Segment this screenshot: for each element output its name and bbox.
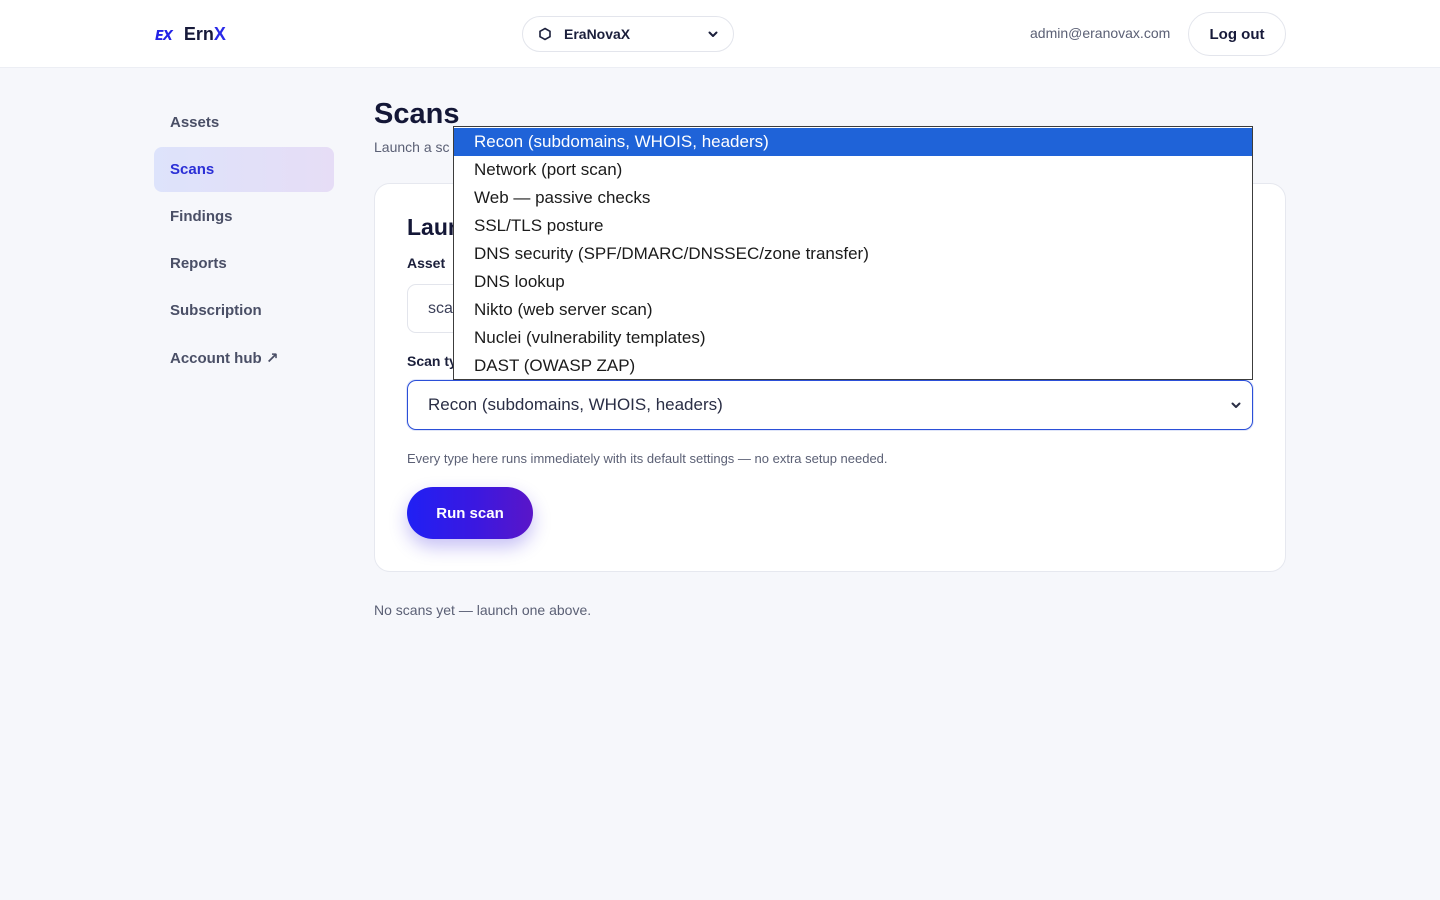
page-subtitle: Launch a sc	[374, 139, 450, 155]
scan-type-option-web-passive[interactable]: Web — passive checks	[454, 184, 1252, 212]
organization-name: EraNovaX	[564, 26, 631, 42]
asset-label: Asset	[407, 255, 446, 271]
scan-type-selected-value: Recon (subdomains, WHOIS, headers)	[428, 395, 723, 414]
scan-type-help-text: Every type here runs immediately with it…	[407, 451, 888, 466]
brand-name: ErnX	[184, 24, 226, 45]
hexagon-icon	[539, 27, 551, 41]
scan-type-select[interactable]: Recon (subdomains, WHOIS, headers)	[407, 380, 1253, 430]
scan-type-option-network[interactable]: Network (port scan)	[454, 156, 1252, 184]
brand-logo[interactable]: EX ErnX	[155, 22, 226, 46]
scan-type-option-recon[interactable]: Recon (subdomains, WHOIS, headers)	[454, 128, 1252, 156]
sidebar-item-subscription[interactable]: Subscription	[154, 288, 334, 333]
asset-value: sca	[428, 299, 453, 317]
sidebar-item-reports[interactable]: Reports	[154, 241, 334, 286]
logout-button[interactable]: Log out	[1188, 12, 1286, 56]
organization-selector[interactable]: EraNovaX	[522, 16, 734, 52]
scan-type-label: Scan ty	[407, 353, 457, 369]
scan-type-option-nikto[interactable]: Nikto (web server scan)	[454, 296, 1252, 324]
brand-name-suffix: X	[213, 23, 226, 44]
chevron-down-icon	[708, 31, 718, 37]
sidebar-item-assets[interactable]: Assets	[154, 100, 334, 145]
scan-type-option-dns-security[interactable]: DNS security (SPF/DMARC/DNSSEC/zone tran…	[454, 240, 1252, 268]
top-bar: EX ErnX EraNovaX admin@eranovax.com Log …	[0, 0, 1440, 68]
sidebar-item-findings[interactable]: Findings	[154, 194, 334, 239]
scan-type-option-dast[interactable]: DAST (OWASP ZAP)	[454, 352, 1252, 380]
sidebar-nav: Assets Scans Findings Reports Subscripti…	[154, 100, 334, 382]
brand-name-prefix: Ern	[183, 23, 214, 44]
scan-type-option-dns-lookup[interactable]: DNS lookup	[454, 268, 1252, 296]
run-scan-button[interactable]: Run scan	[407, 487, 533, 539]
page-title: Scans	[374, 98, 460, 130]
scan-type-dropdown-list: Recon (subdomains, WHOIS, headers) Netwo…	[453, 126, 1253, 380]
scan-type-option-ssl-tls[interactable]: SSL/TLS posture	[454, 212, 1252, 240]
scan-type-option-nuclei[interactable]: Nuclei (vulnerability templates)	[454, 324, 1252, 352]
logo-mark-icon: EX	[155, 28, 173, 44]
empty-state-note: No scans yet — launch one above.	[374, 602, 592, 618]
chevron-down-icon	[1231, 402, 1241, 408]
sidebar-item-account-hub[interactable]: Account hub ↗	[154, 335, 334, 380]
sidebar-item-scans[interactable]: Scans	[154, 147, 334, 192]
user-email: admin@eranovax.com	[1030, 25, 1171, 41]
